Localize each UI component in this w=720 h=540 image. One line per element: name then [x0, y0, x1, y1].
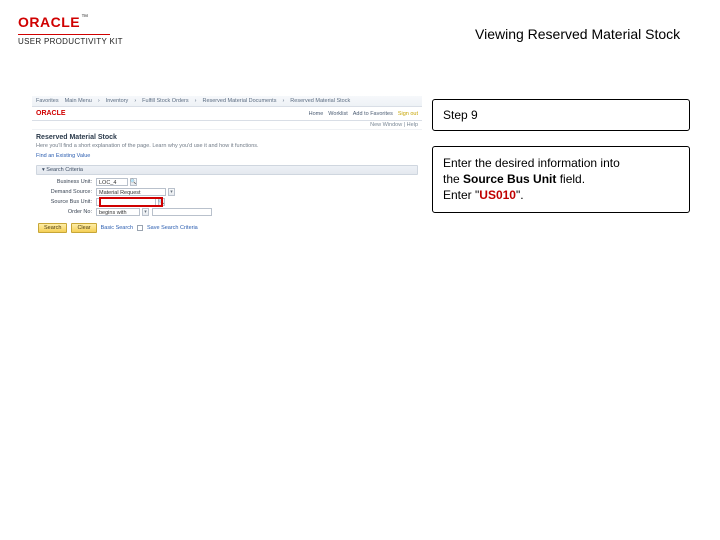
nav-signout[interactable]: Sign out — [398, 111, 418, 117]
instruction-text: the — [443, 172, 463, 186]
dropdown-icon[interactable]: ▾ — [142, 208, 149, 216]
nav-worklist[interactable]: Worklist — [328, 111, 347, 117]
step-label: Step 9 — [443, 108, 478, 122]
content-description: Here you'll find a short explanation of … — [32, 141, 422, 153]
brand-logo: ORACLE™ USER PRODUCTIVITY KIT — [18, 14, 123, 46]
clear-button[interactable]: Clear — [71, 223, 96, 233]
instruction-field-name: Source Bus Unit — [463, 172, 556, 186]
instruction-panel: Enter the desired information into the S… — [432, 146, 690, 213]
nav-favorites[interactable]: Add to Favorites — [353, 111, 393, 117]
breadcrumb-item[interactable]: Main Menu — [65, 98, 92, 104]
breadcrumb-item[interactable]: Reserved Material Documents — [202, 98, 276, 104]
order-no-field[interactable] — [152, 208, 212, 216]
search-button[interactable]: Search — [38, 223, 67, 233]
find-existing-link[interactable]: Find an Existing Value — [32, 153, 422, 163]
dropdown-icon[interactable]: ▾ — [168, 188, 175, 196]
lookup-icon[interactable]: 🔍 — [130, 178, 137, 186]
lookup-icon[interactable]: 🔍 — [158, 198, 165, 206]
save-criteria-link[interactable]: Save Search Criteria — [147, 225, 198, 231]
save-criteria-checkbox[interactable] — [137, 225, 143, 231]
basic-search-link[interactable]: Basic Search — [101, 225, 133, 231]
business-unit-label: Business Unit: — [38, 179, 96, 185]
instruction-value: US010 — [479, 188, 516, 202]
demand-source-label: Demand Source: — [38, 189, 96, 195]
trademark: ™ — [81, 14, 88, 21]
breadcrumb-item[interactable]: Fulfill Stock Orders — [142, 98, 188, 104]
brand-name: ORACLE — [18, 14, 80, 30]
source-bus-unit-field[interactable] — [96, 198, 156, 206]
instruction-text: Enter the desired information into — [443, 156, 620, 170]
content-heading: Reserved Material Stock — [32, 130, 422, 141]
step-indicator: Step 9 — [432, 99, 690, 131]
instruction-text: Enter " — [443, 188, 479, 202]
app-brand: ORACLE — [36, 110, 66, 117]
order-no-op[interactable]: begins with — [96, 208, 140, 216]
breadcrumb-item[interactable]: Inventory — [106, 98, 129, 104]
brand-rule — [18, 34, 110, 35]
breadcrumb-item[interactable]: Favorites — [36, 98, 59, 104]
search-form: Business Unit: LOC_4 🔍 Demand Source: Ma… — [32, 178, 422, 216]
business-unit-field[interactable]: LOC_4 — [96, 178, 128, 186]
breadcrumb: Favorites Main Menu› Inventory› Fulfill … — [32, 96, 422, 107]
app-screenshot: Favorites Main Menu› Inventory› Fulfill … — [32, 96, 422, 266]
brand-subtitle: USER PRODUCTIVITY KIT — [18, 37, 123, 46]
page-title: Viewing Reserved Material Stock — [475, 26, 680, 42]
search-criteria-section[interactable]: Search Criteria — [36, 165, 418, 175]
breadcrumb-item[interactable]: Reserved Material Stock — [290, 98, 350, 104]
instruction-text: ". — [516, 188, 524, 202]
app-subnav[interactable]: New Window | Help — [32, 121, 422, 130]
demand-source-field[interactable]: Material Request — [96, 188, 166, 196]
instruction-text: field. — [556, 172, 585, 186]
source-bus-unit-label: Source Bus Unit: — [38, 199, 96, 205]
button-bar: Search Clear Basic Search Save Search Cr… — [32, 218, 422, 238]
nav-home[interactable]: Home — [309, 111, 324, 117]
app-header: ORACLE Home Worklist Add to Favorites Si… — [32, 107, 422, 121]
order-no-label: Order No: — [38, 209, 96, 215]
